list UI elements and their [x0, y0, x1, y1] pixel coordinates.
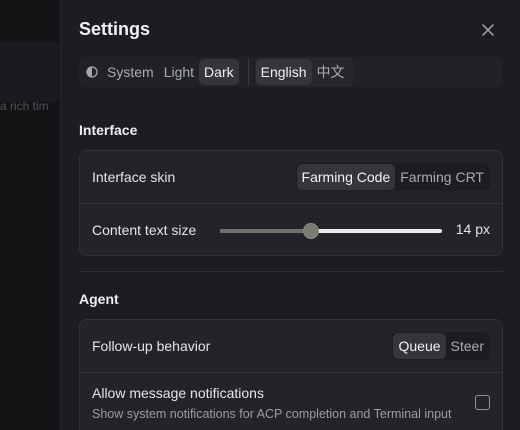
background-message: a rich tim — [0, 42, 60, 113]
agent-heading: Agent — [79, 291, 119, 307]
close-icon — [482, 24, 494, 36]
followup-label: Follow-up behavior — [92, 338, 211, 354]
settings-panel: Settings System Light Dark English 中文 In… — [60, 0, 520, 430]
content-text-size-label: Content text size — [92, 221, 197, 238]
skin-farming-crt-button[interactable]: Farming CRT — [395, 164, 489, 190]
content-text-size-row: Content text size 14 px — [80, 203, 502, 255]
interface-skin-row: Interface skin Farming Code Farming CRT — [80, 151, 502, 203]
half-circle-theme-icon — [82, 59, 102, 85]
interface-card: Interface skin Farming Code Farming CRT … — [79, 150, 503, 256]
notifications-label: Allow message notifications — [92, 385, 264, 401]
language-selector: English 中文 — [254, 57, 353, 87]
notifications-row: Allow message notifications Show system … — [80, 372, 502, 428]
followup-selector: Queue Steer — [392, 332, 490, 360]
followup-row: Follow-up behavior Queue Steer — [80, 320, 502, 372]
skin-farming-code-button[interactable]: Farming Code — [296, 164, 396, 190]
notifications-checkbox[interactable] — [475, 395, 490, 410]
notifications-description: Show system notifications for ACP comple… — [92, 407, 452, 421]
toolbar-divider — [247, 59, 249, 85]
text-size-value: 14 px — [455, 221, 490, 237]
panel-title: Settings — [79, 19, 151, 39]
language-english-button[interactable]: English — [255, 59, 312, 85]
background-message-text: a rich tim — [0, 99, 49, 113]
section-divider — [79, 271, 503, 272]
theme-system-button[interactable]: System — [102, 59, 159, 85]
close-button[interactable] — [478, 20, 498, 40]
text-size-slider[interactable] — [220, 223, 442, 239]
text-size-slider-thumb[interactable] — [303, 223, 320, 239]
appearance-toolbar: System Light Dark English 中文 — [79, 57, 503, 87]
language-chinese-button[interactable]: 中文 — [312, 59, 350, 85]
interface-heading: Interface — [79, 122, 138, 138]
background-app: a rich tim — [0, 0, 60, 430]
agent-card: Follow-up behavior Queue Steer Allow mes… — [79, 319, 503, 430]
followup-steer-button[interactable]: Steer — [446, 333, 489, 359]
interface-skin-selector: Farming Code Farming CRT — [295, 163, 490, 191]
followup-queue-button[interactable]: Queue — [393, 333, 446, 359]
theme-light-button[interactable]: Light — [159, 59, 199, 85]
interface-skin-label: Interface skin — [92, 169, 176, 185]
text-size-slider-fill — [220, 229, 312, 233]
theme-dark-button[interactable]: Dark — [199, 59, 239, 85]
